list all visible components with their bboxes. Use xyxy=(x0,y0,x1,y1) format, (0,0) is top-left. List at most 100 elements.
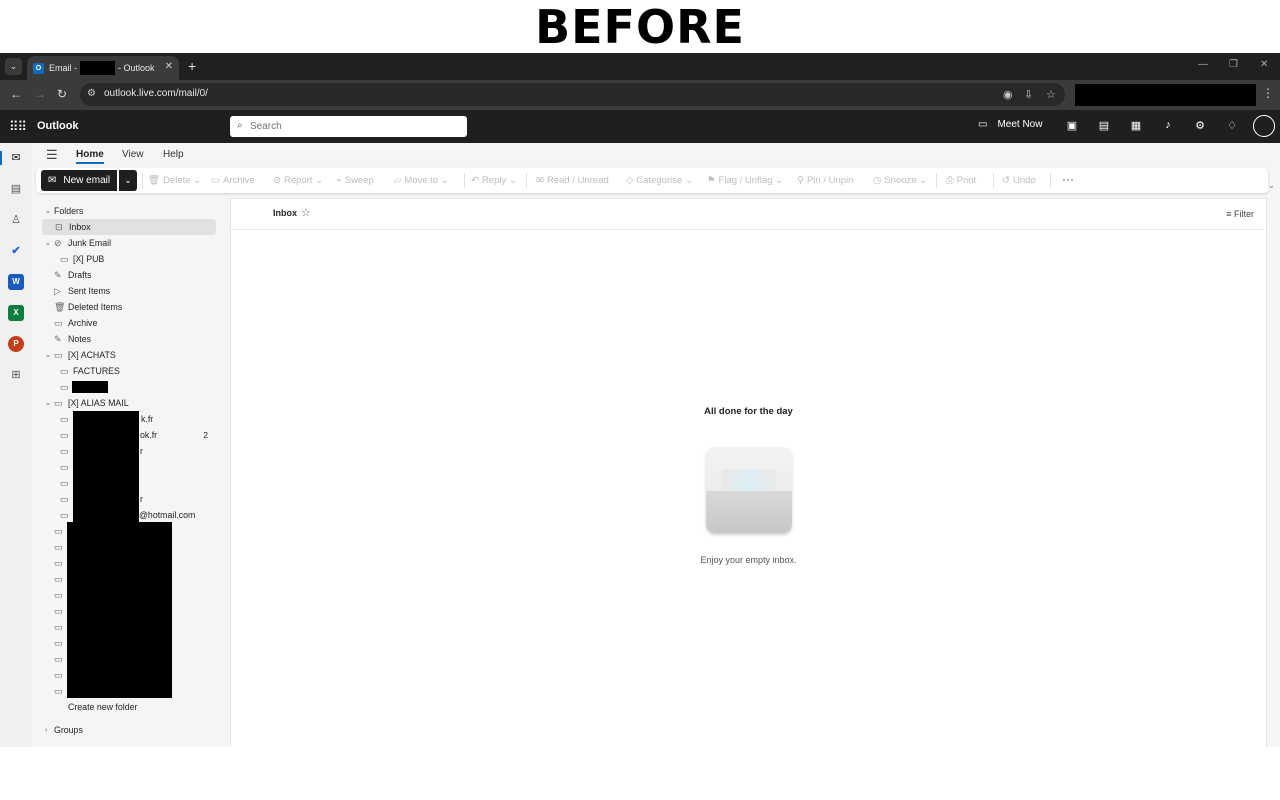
unread-count-badge: 2 xyxy=(203,430,208,440)
restore-icon[interactable]: ❐ xyxy=(1229,59,1238,70)
gear-icon[interactable]: ⚙ xyxy=(1193,119,1207,132)
broom-icon: ⌁ xyxy=(336,175,342,186)
move-to-button[interactable]: ▱ Move to ⌄ xyxy=(394,175,449,186)
tab-view[interactable]: View xyxy=(122,149,144,160)
folder-sent[interactable]: ▷ Sent Items xyxy=(36,283,218,299)
tab-home[interactable]: Home xyxy=(76,149,104,164)
search-input[interactable] xyxy=(250,119,450,134)
flag-icon: ⚑ xyxy=(707,175,716,186)
categorise-button[interactable]: ◇ Categorise ⌄ xyxy=(626,175,693,186)
folders-header[interactable]: ⌄ Folders xyxy=(36,203,218,219)
folder-alias-mail[interactable]: ⌄ ▭ [X] ALIAS MAIL xyxy=(36,395,218,411)
envelope-icon: ✉ xyxy=(48,175,57,186)
search-icon: ⌕ xyxy=(237,120,243,131)
reload-icon[interactable]: ↻ xyxy=(57,87,67,101)
eye-icon[interactable]: ◉ xyxy=(1003,88,1013,101)
ribbon-divider xyxy=(142,173,143,188)
snooze-label: Snooze xyxy=(884,175,917,186)
folder-junk[interactable]: ⌄ ⊘ Junk Email xyxy=(36,235,218,251)
create-new-folder-link[interactable]: Create new folder xyxy=(36,699,218,715)
delete-label: Delete xyxy=(163,175,191,186)
bell-icon[interactable]: ♪ xyxy=(1161,119,1175,131)
create-new-folder-label: Create new folder xyxy=(68,702,138,712)
pin-button[interactable]: ⚲ Pin / Unpin xyxy=(797,175,853,186)
redacted-block xyxy=(1075,84,1256,106)
new-email-button[interactable]: ✉ New email xyxy=(41,170,117,191)
people-icon[interactable]: ♙ xyxy=(8,212,24,228)
ribbon-divider xyxy=(1050,173,1051,188)
flag-button[interactable]: ⚑ Flag / Unflag ⌄ xyxy=(707,175,783,186)
folder-factures[interactable]: ▭ FACTURES xyxy=(36,363,218,379)
browser-tab-outlook[interactable]: O Email - - Outlook ✕ xyxy=(27,56,179,80)
new-tab-button[interactable]: + xyxy=(188,58,196,74)
excel-icon[interactable]: X xyxy=(8,305,24,321)
folder-icon: ▭ xyxy=(60,509,69,520)
search-box[interactable]: ⌕ xyxy=(230,116,467,137)
folder-redacted[interactable]: ▭ xyxy=(36,379,218,395)
trash-icon: 🗑 xyxy=(54,301,66,312)
undo-icon: ↺ xyxy=(1002,175,1010,186)
report-label: Report xyxy=(283,175,313,186)
undo-button[interactable]: ↺ Undo xyxy=(1002,175,1036,186)
tab-search-button[interactable]: ⌄ xyxy=(5,58,22,75)
my-day-icon[interactable]: ▦ xyxy=(1129,119,1143,132)
sweep-button[interactable]: ⌁ Sweep xyxy=(336,175,374,186)
word-icon[interactable]: W xyxy=(8,274,24,290)
bookmark-star-icon[interactable]: ☆ xyxy=(1046,88,1056,101)
more-options-icon[interactable]: ··· xyxy=(1062,172,1074,186)
snooze-button[interactable]: ◷ Snooze ⌄ xyxy=(873,175,927,186)
site-info-icon[interactable]: ⚙ xyxy=(87,88,96,99)
redacted-block xyxy=(73,411,139,523)
todo-icon[interactable]: ✔ xyxy=(8,243,24,259)
install-app-icon[interactable]: ⇩ xyxy=(1024,88,1033,101)
folder-label: FACTURES xyxy=(73,366,120,376)
powerpoint-icon[interactable]: P xyxy=(8,336,24,352)
omnibox[interactable]: ⚙ outlook.live.com/mail/0/ ◉ ⇩ ☆ xyxy=(80,83,1065,106)
more-apps-icon[interactable]: ⊞ xyxy=(8,367,24,383)
avatar[interactable] xyxy=(1253,115,1275,137)
calendar-icon[interactable]: ▤ xyxy=(8,181,24,197)
favorite-star-icon[interactable]: ☆ xyxy=(301,206,311,219)
ribbon-collapse-icon[interactable]: ⌄ xyxy=(1268,181,1275,190)
hamburger-icon[interactable]: ☰ xyxy=(46,147,58,163)
tab-help[interactable]: Help xyxy=(163,149,184,160)
new-email-dropdown-icon[interactable]: ⌄ xyxy=(119,170,137,191)
folder-inbox[interactable]: ⊡ Inbox xyxy=(42,219,216,235)
undo-label: Undo xyxy=(1012,175,1036,186)
teams-icon[interactable]: ▣ xyxy=(1065,119,1079,132)
app-launcher-icon[interactable]: ⠿⠿ xyxy=(9,119,27,135)
print-button[interactable]: ⎙ Print xyxy=(946,175,976,186)
read-unread-button[interactable]: ✉ Read / Unread xyxy=(536,175,609,186)
groups-header[interactable]: › Groups xyxy=(36,722,218,738)
folder-pub[interactable]: ▭ [X] PUB xyxy=(36,251,218,267)
folder-archive[interactable]: ▭ Archive xyxy=(36,315,218,331)
outlook-brand[interactable]: Outlook xyxy=(37,120,79,132)
outlook-header: ⠿⠿ Outlook ⌕ ▭ Meet Now ▣ ▤ ▦ ♪ ⚙ ♢ xyxy=(0,110,1280,143)
read-unread-label: Read / Unread xyxy=(546,175,609,186)
filter-button[interactable]: ≡ Filter xyxy=(1226,209,1254,219)
close-tab-icon[interactable]: ✕ xyxy=(165,61,173,72)
folder-icon: ▭ xyxy=(60,381,69,392)
archive-button[interactable]: ▭ Archive xyxy=(211,175,255,186)
folder-label: [X] ACHATS xyxy=(68,350,116,360)
back-icon[interactable]: ← xyxy=(10,87,22,101)
delete-button[interactable]: 🗑 Delete ⌄ xyxy=(148,175,201,186)
reply-button[interactable]: ↶ Reply ⌄ xyxy=(471,175,517,186)
ribbon-divider xyxy=(993,173,994,188)
lightbulb-icon[interactable]: ♢ xyxy=(1225,119,1239,132)
folder-deleted[interactable]: 🗑 Deleted Items xyxy=(36,299,218,315)
folder-achats[interactable]: ⌄ ▭ [X] ACHATS xyxy=(36,347,218,363)
office-icon[interactable]: ▤ xyxy=(1097,119,1111,132)
forward-icon[interactable]: → xyxy=(34,87,46,101)
report-button[interactable]: ⊘ Report ⌄ xyxy=(273,175,323,186)
folder-icon: ▭ xyxy=(54,573,63,584)
close-window-icon[interactable]: ✕ xyxy=(1260,59,1268,70)
url-text[interactable]: outlook.live.com/mail/0/ xyxy=(104,88,208,99)
mail-icon[interactable]: ✉ xyxy=(8,150,24,166)
folder-icon: ▭ xyxy=(60,461,69,472)
folder-notes[interactable]: ✎ Notes xyxy=(36,331,218,347)
minimize-icon[interactable]: — xyxy=(1198,59,1208,70)
meet-now-button[interactable]: ▭ Meet Now xyxy=(978,119,1042,130)
folder-drafts[interactable]: ✎ Drafts xyxy=(36,267,218,283)
browser-menu-icon[interactable]: ⋮ xyxy=(1262,86,1274,100)
